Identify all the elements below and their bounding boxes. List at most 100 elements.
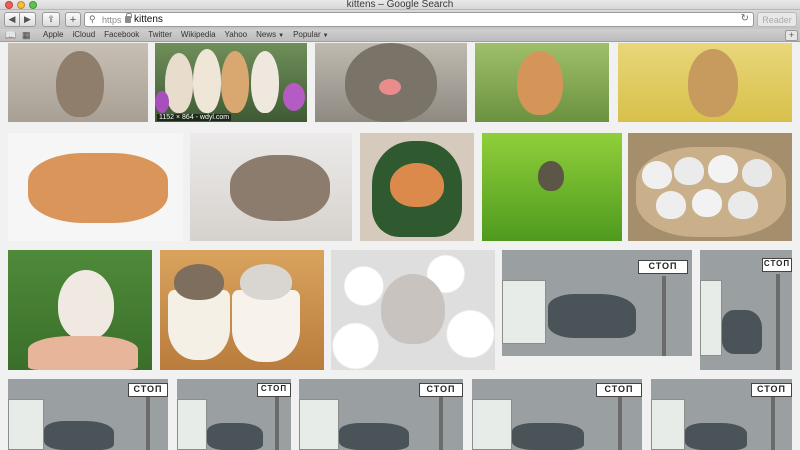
address-query[interactable]: kittens — [134, 14, 163, 25]
kitten-figure — [58, 270, 114, 340]
bookmark-icloud[interactable]: iCloud — [72, 30, 95, 39]
kitten-figure — [381, 274, 445, 344]
kitten-figure — [251, 51, 279, 113]
new-tab-button[interactable]: + — [65, 12, 81, 27]
browser-toolbar: ◀ ▶ ⇪ + ⚲ https kittens ↻ Reader — [0, 10, 800, 29]
result-image-16[interactable]: СТОП — [8, 379, 168, 450]
result-image-6[interactable] — [8, 133, 183, 241]
result-image-17[interactable]: СТОП — [177, 379, 291, 450]
bus — [299, 399, 339, 450]
holding-hand — [28, 336, 138, 370]
window-title: kittens – Google Search — [346, 0, 454, 10]
wrecked-car — [722, 310, 762, 354]
kitten-face — [390, 163, 444, 207]
stop-sign: СТОП — [419, 383, 463, 397]
stop-sign: СТОП — [638, 260, 688, 274]
open-mouth — [379, 79, 401, 95]
result-image-5[interactable] — [618, 43, 792, 122]
share-icon: ⇪ — [47, 14, 55, 24]
bookmark-wikipedia[interactable]: Wikipedia — [181, 30, 216, 39]
bookmark-facebook[interactable]: Facebook — [104, 30, 139, 39]
kitten-figure — [517, 51, 563, 115]
teacup — [232, 290, 300, 362]
stop-sign: СТОП — [751, 383, 792, 397]
sign-pole — [146, 389, 150, 450]
url-scheme: https — [102, 15, 122, 25]
sign-pole — [771, 389, 775, 450]
stop-sign: СТОП — [128, 383, 168, 397]
wrecked-car — [685, 423, 747, 450]
wrecked-car — [339, 423, 409, 450]
plus-icon: + — [69, 13, 77, 26]
result-image-7[interactable] — [190, 133, 352, 241]
reload-icon[interactable]: ↻ — [741, 13, 749, 24]
bookmark-yahoo[interactable]: Yahoo — [225, 30, 248, 39]
result-image-12[interactable] — [160, 250, 324, 370]
bus — [502, 280, 546, 344]
kitten-figure — [688, 49, 738, 117]
result-image-14[interactable]: СТОП — [502, 250, 692, 356]
bookmark-twitter[interactable]: Twitter — [148, 30, 172, 39]
window-title-bar: kittens – Google Search — [0, 0, 800, 10]
stop-sign: СТОП — [762, 258, 792, 272]
result-image-15[interactable]: СТОП — [700, 250, 792, 370]
reader-button[interactable]: Reader — [757, 12, 797, 27]
result-image-11[interactable] — [8, 250, 152, 370]
share-button[interactable]: ⇪ — [42, 12, 60, 27]
bus — [177, 399, 207, 450]
sign-pole — [439, 389, 443, 450]
flower-decoration — [283, 83, 305, 111]
bookmark-news-menu[interactable]: News ▼ — [256, 30, 284, 39]
result-image-3[interactable] — [315, 43, 467, 122]
bookmark-popular-label: Popular — [293, 30, 321, 39]
kitten-figure — [174, 264, 224, 300]
wrecked-car — [44, 421, 114, 450]
sign-pole — [776, 274, 780, 370]
add-tab-button[interactable]: + — [785, 30, 798, 41]
top-sites-grid-icon[interactable]: ▦ — [22, 30, 31, 40]
kitten-figure — [674, 157, 704, 185]
flower-decoration — [155, 91, 169, 113]
book-icon[interactable]: 📖 — [5, 30, 16, 40]
result-image-13[interactable] — [331, 250, 495, 370]
result-image-20[interactable]: СТОП — [651, 379, 792, 450]
result-image-1[interactable] — [8, 43, 148, 122]
kitten-figure — [165, 53, 193, 113]
kitten-figure — [692, 189, 722, 217]
back-button[interactable]: ◀ — [4, 12, 20, 27]
address-bar[interactable]: ⚲ https kittens ↻ — [84, 12, 754, 27]
result-image-4[interactable] — [475, 43, 609, 122]
result-image-9[interactable] — [482, 133, 622, 241]
back-arrow-icon: ◀ — [8, 14, 16, 24]
kitten-figure — [193, 49, 221, 113]
result-image-19[interactable]: СТОП — [472, 379, 642, 450]
stop-sign: СТОП — [596, 383, 642, 397]
kitten-figure — [240, 264, 292, 300]
kitten-figure — [642, 161, 672, 189]
chevron-down-icon: ▼ — [322, 33, 329, 39]
magnifier-icon: ⚲ — [89, 14, 96, 24]
wrecked-car — [548, 294, 636, 338]
kitten-figure — [28, 153, 168, 223]
wrecked-car — [512, 423, 584, 450]
kitten-figure — [656, 191, 686, 219]
kitten-figure — [728, 191, 758, 219]
kitten-figure — [538, 161, 564, 191]
chevron-down-icon: ▼ — [278, 33, 285, 39]
result-image-18[interactable]: СТОП — [299, 379, 463, 450]
image-results-grid: 1152 × 864 - wdyl.com СТОП СТОП СТОП СТО… — [0, 43, 800, 450]
result-image-8[interactable] — [360, 133, 474, 241]
bookmark-apple[interactable]: Apple — [43, 30, 63, 39]
result-image-10[interactable] — [628, 133, 792, 241]
bookmark-popular-menu[interactable]: Popular ▼ — [293, 30, 329, 39]
wrecked-car — [207, 423, 263, 450]
forward-button[interactable]: ▶ — [20, 12, 36, 27]
sign-pole — [275, 389, 279, 450]
bookmark-list: Apple iCloud Facebook Twitter Wikipedia … — [43, 30, 338, 39]
kitten-figure — [230, 155, 330, 221]
bus — [651, 399, 685, 450]
kitten-figure — [742, 159, 772, 187]
result-image-2[interactable]: 1152 × 864 - wdyl.com — [155, 43, 307, 122]
kitten-figure — [708, 155, 738, 183]
bus — [472, 399, 512, 450]
